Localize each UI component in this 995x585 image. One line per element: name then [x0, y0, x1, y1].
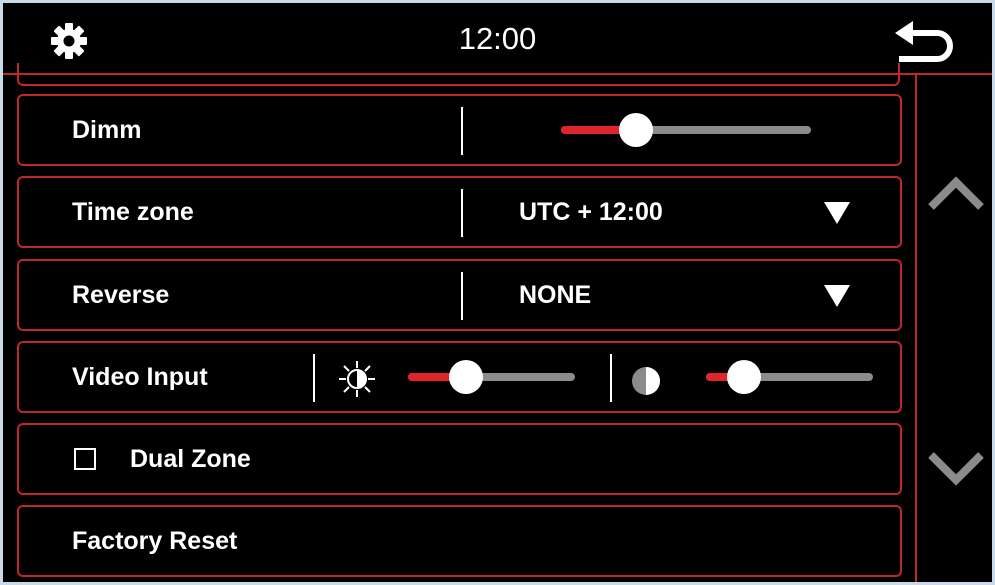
- dimm-slider[interactable]: [561, 113, 811, 147]
- reverse-label: Reverse: [72, 281, 170, 309]
- back-arrow-icon[interactable]: [891, 21, 953, 65]
- clock-time: 12:00: [458, 21, 537, 56]
- brightness-slider[interactable]: [408, 360, 575, 394]
- dropdown-arrow-icon[interactable]: [824, 285, 850, 307]
- time-zone-label: Time zone: [72, 198, 194, 226]
- reverse-value[interactable]: NONE: [519, 261, 591, 329]
- row-dimm: Dimm: [17, 94, 902, 166]
- row-dual-zone[interactable]: Dual Zone: [17, 423, 902, 495]
- divider: [313, 354, 315, 402]
- dual-zone-label: Dual Zone: [130, 445, 251, 473]
- settings-screen: 12:00 Dimm Time zone UTC + 12:00 Reverse…: [3, 3, 992, 582]
- divider: [610, 354, 612, 402]
- contrast-icon: [632, 367, 660, 395]
- time-zone-value[interactable]: UTC + 12:00: [519, 178, 663, 246]
- row-video-input: Video Input: [17, 341, 902, 413]
- divider: [461, 107, 463, 155]
- chevron-down-icon[interactable]: [927, 451, 985, 487]
- slider-knob[interactable]: [727, 360, 762, 394]
- brightness-icon: [339, 361, 375, 397]
- contrast-slider[interactable]: [706, 360, 873, 394]
- slider-knob[interactable]: [449, 360, 484, 394]
- row-factory-reset[interactable]: Factory Reset: [17, 505, 902, 577]
- dimm-label: Dimm: [72, 116, 142, 144]
- dropdown-arrow-icon[interactable]: [824, 202, 850, 224]
- video-input-label: Video Input: [72, 363, 208, 391]
- slider-knob[interactable]: [619, 113, 653, 147]
- divider: [461, 189, 463, 237]
- dual-zone-checkbox[interactable]: [74, 448, 96, 470]
- factory-reset-label: Factory Reset: [72, 527, 238, 555]
- divider: [461, 272, 463, 320]
- row-reverse[interactable]: Reverse NONE: [17, 259, 902, 331]
- chevron-up-icon[interactable]: [927, 175, 985, 211]
- row-time-zone[interactable]: Time zone UTC + 12:00: [17, 176, 902, 248]
- scroll-column: [915, 75, 992, 582]
- partial-row: [17, 63, 900, 86]
